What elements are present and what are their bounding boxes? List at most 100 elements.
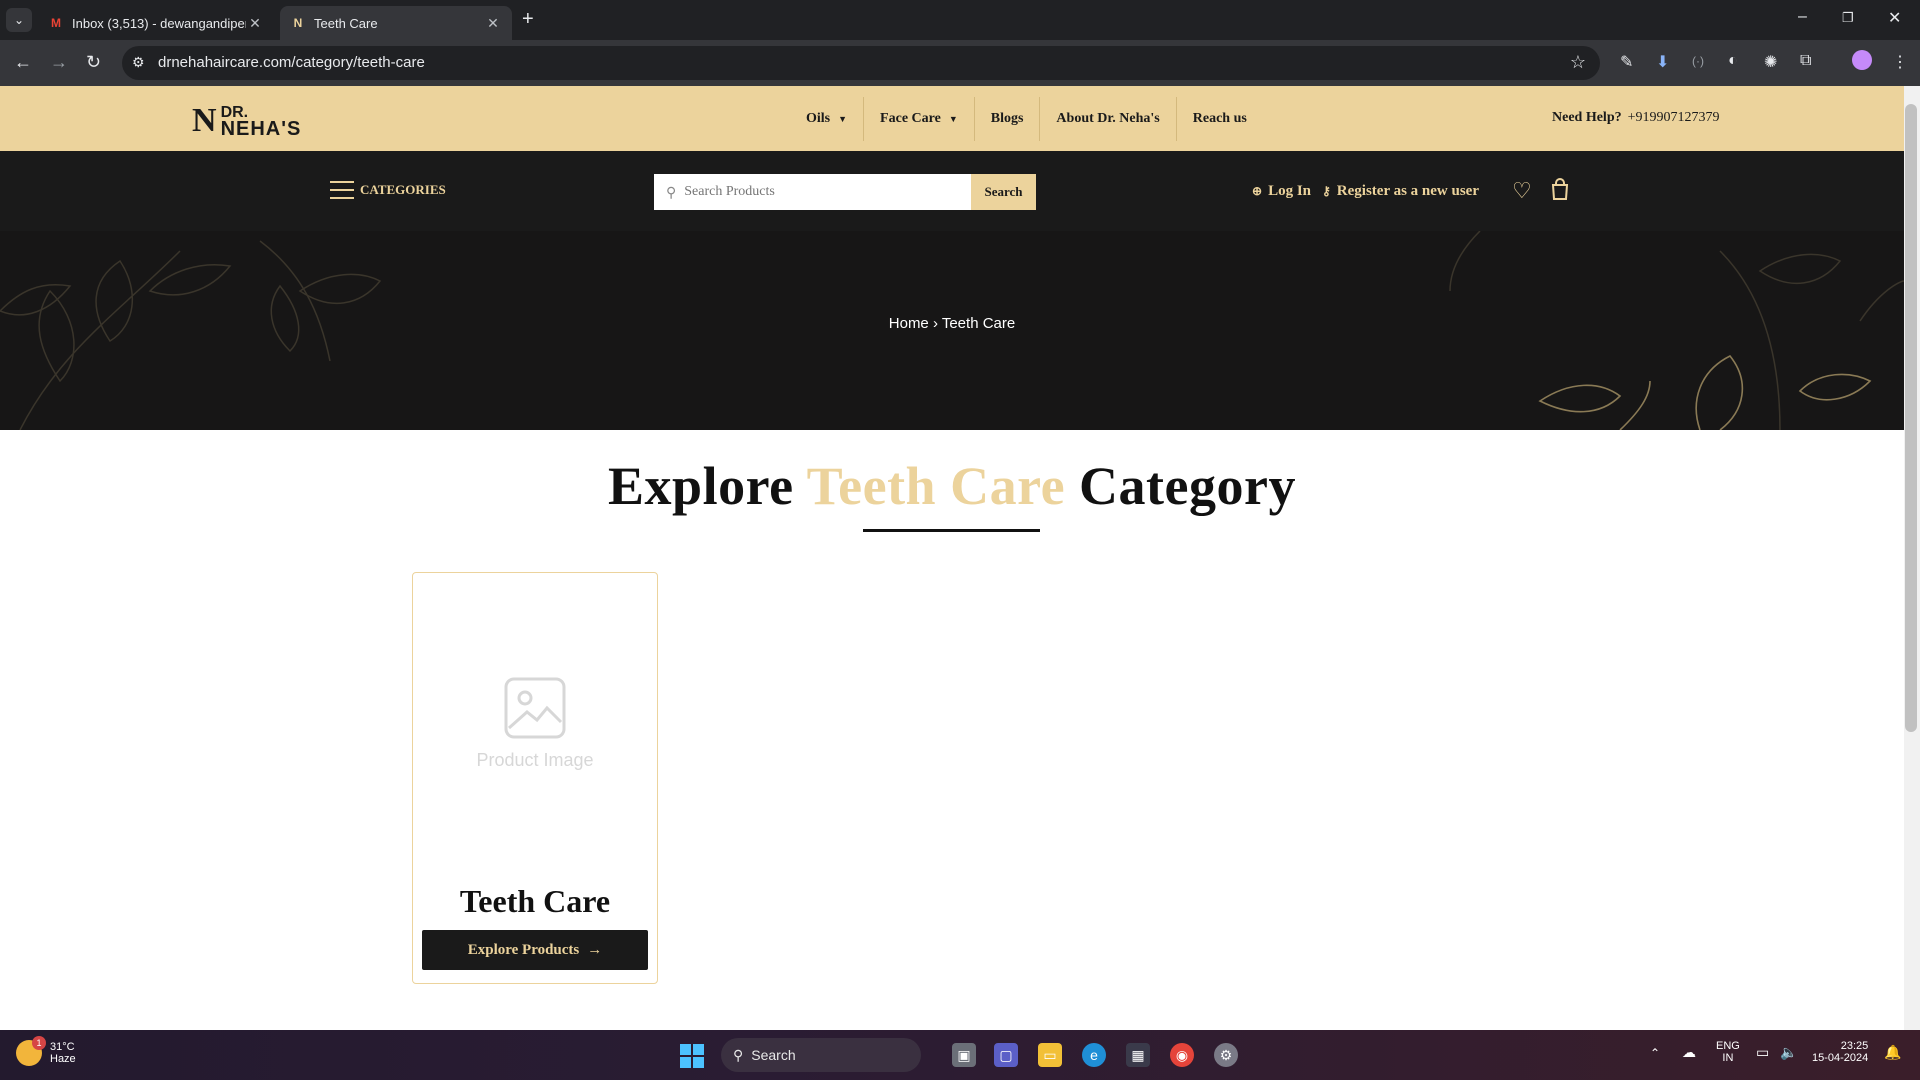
- category-card[interactable]: Product Image Teeth Care Explore Product…: [412, 572, 658, 984]
- image-placeholder-icon: [504, 677, 566, 738]
- close-tab-icon[interactable]: ✕: [484, 15, 502, 32]
- cart-bag-icon[interactable]: [1550, 178, 1570, 206]
- minimize-icon[interactable]: –: [1798, 8, 1807, 26]
- need-help: Need Help? +919907127379: [1552, 110, 1720, 126]
- register-label: Register as a new user: [1336, 183, 1479, 199]
- breadcrumb[interactable]: Home › Teeth Care: [0, 315, 1904, 332]
- taskbar-search[interactable]: ⚲ Search: [721, 1038, 921, 1072]
- puzzle-extensions-icon[interactable]: ⧉: [1800, 52, 1811, 70]
- edge-icon[interactable]: e: [1082, 1043, 1106, 1067]
- chrome-icon[interactable]: ◉: [1170, 1043, 1194, 1067]
- caret-down-icon: ▼: [948, 113, 958, 124]
- menu-item-face-care[interactable]: Face Care ▼: [864, 96, 975, 141]
- menu-label: About Dr. Neha's: [1056, 110, 1160, 126]
- search-button[interactable]: Search: [971, 174, 1036, 210]
- wishlist-heart-icon[interactable]: ♡: [1512, 178, 1532, 204]
- site-favicon-icon: N: [293, 16, 303, 30]
- menu-item-reach-us[interactable]: Reach us: [1177, 97, 1263, 141]
- settings-icon[interactable]: ⚙: [1214, 1043, 1238, 1067]
- site-logo[interactable]: N DR. NEHA'S: [192, 102, 301, 140]
- address-bar[interactable]: ⚙ drnehahaircare.com/category/teeth-care…: [122, 46, 1600, 80]
- menu-item-oils[interactable]: Oils ▼: [790, 96, 865, 141]
- menu-item-blogs[interactable]: Blogs: [975, 96, 1041, 141]
- hamburger-icon: [330, 181, 354, 199]
- tab-title: Inbox (3,513) - dewangandipen: [72, 15, 246, 31]
- logo-mark: N: [192, 102, 217, 139]
- close-window-icon[interactable]: ✕: [1888, 8, 1901, 28]
- tab-teeth-care[interactable]: N Teeth Care ✕: [280, 6, 512, 40]
- profile-avatar-icon[interactable]: [1852, 50, 1872, 70]
- url-text[interactable]: drnehahaircare.com/category/teeth-care: [158, 54, 425, 71]
- ai-extension-icon[interactable]: ✺: [1764, 52, 1777, 72]
- login-label: Log In: [1268, 183, 1311, 199]
- language-indicator[interactable]: ENG IN: [1716, 1040, 1740, 1064]
- pen-extension-icon[interactable]: ✎: [1620, 52, 1633, 72]
- menu-item-about[interactable]: About Dr. Neha's: [1040, 96, 1177, 141]
- teams-icon[interactable]: ▢: [994, 1043, 1018, 1067]
- extension-icon[interactable]: (·): [1692, 54, 1704, 68]
- button-label: Explore Products: [467, 941, 580, 958]
- weather-condition: Haze: [50, 1053, 76, 1065]
- title-part2: Category: [1079, 456, 1296, 516]
- register-icon: ⚷: [1322, 184, 1331, 198]
- taskbar-search-label: Search: [751, 1047, 796, 1063]
- search-icon: ⚲: [733, 1046, 744, 1063]
- tray-overflow-icon[interactable]: ⌃: [1650, 1046, 1660, 1060]
- reload-icon[interactable]: ↻: [86, 52, 101, 73]
- bookmark-star-icon[interactable]: ☆: [1570, 52, 1586, 73]
- explore-products-button[interactable]: Explore Products →: [422, 930, 648, 970]
- onedrive-icon[interactable]: ☁: [1682, 1044, 1696, 1061]
- weather-widget[interactable]: 1 31°C Haze: [16, 1036, 76, 1066]
- logo-line2: NEHA'S: [220, 118, 302, 140]
- caret-down-icon: ▼: [838, 113, 848, 124]
- back-icon[interactable]: ←: [14, 52, 32, 73]
- card-title: Teeth Care: [459, 883, 611, 919]
- task-view-icon[interactable]: ▣: [952, 1043, 976, 1067]
- product-image-placeholder: Product Image: [413, 573, 657, 873]
- close-tab-icon[interactable]: ✕: [246, 15, 264, 32]
- main-menu: Oils ▼ Face Care ▼ Blogs About Dr. Neha'…: [790, 86, 1263, 151]
- page-scrollbar-thumb[interactable]: [1905, 104, 1917, 732]
- page-title: Explore Teeth Care Category: [0, 455, 1904, 517]
- tab-search-dropdown-icon[interactable]: ⌄: [6, 8, 32, 32]
- arrow-right-icon: →: [587, 941, 603, 958]
- site-info-icon[interactable]: ⚙: [132, 54, 150, 72]
- menu-label: Oils: [806, 110, 831, 126]
- weather-icon: 1: [16, 1036, 46, 1066]
- title-accent: Teeth Care: [806, 456, 1066, 516]
- title-underline: [863, 529, 1040, 532]
- notification-badge: 1: [32, 1036, 46, 1050]
- gmail-icon: M: [51, 16, 61, 30]
- dark-mode-icon[interactable]: ◐: [1728, 52, 1738, 70]
- file-explorer-icon[interactable]: ▭: [1038, 1043, 1062, 1067]
- clock-date: 15-04-2024: [1812, 1052, 1869, 1064]
- lang-line2: IN: [1722, 1052, 1734, 1064]
- tab-gmail[interactable]: M Inbox (3,513) - dewangandipen ✕: [38, 6, 274, 40]
- site-search-bar: CATEGORIES ⚲ Search ⊕ Log In ⚷ Register …: [0, 151, 1904, 231]
- hero-banner: Home › Teeth Care: [0, 231, 1904, 430]
- login-link[interactable]: ⊕ Log In: [1252, 183, 1311, 200]
- lang-line1: ENG: [1716, 1040, 1740, 1052]
- menu-label: Face Care: [880, 110, 941, 126]
- restore-icon[interactable]: ❐: [1842, 10, 1854, 26]
- need-help-label: Need Help?: [1552, 110, 1622, 125]
- download-icon[interactable]: ⬇: [1656, 52, 1669, 72]
- forward-icon[interactable]: →: [50, 52, 68, 73]
- network-icon[interactable]: ▭: [1756, 1044, 1769, 1061]
- volume-icon[interactable]: 🔈: [1780, 1044, 1797, 1061]
- store-icon[interactable]: ▦: [1126, 1043, 1150, 1067]
- menu-dots-icon[interactable]: ⋮: [1892, 52, 1908, 72]
- categories-label: CATEGORIES: [360, 182, 446, 197]
- windows-start-icon[interactable]: [680, 1044, 704, 1068]
- help-phone[interactable]: +919907127379: [1628, 110, 1720, 125]
- menu-label: Reach us: [1192, 110, 1247, 126]
- placeholder-text: Product Image: [476, 749, 594, 770]
- categories-button[interactable]: CATEGORIES: [330, 181, 446, 199]
- login-icon: ⊕: [1252, 184, 1263, 198]
- tab-title: Teeth Care: [314, 15, 378, 31]
- search-input[interactable]: [682, 183, 967, 201]
- clock[interactable]: 23:25 15-04-2024: [1812, 1040, 1868, 1064]
- notification-bell-icon[interactable]: 🔔: [1884, 1044, 1901, 1061]
- new-tab-icon[interactable]: +: [522, 8, 534, 31]
- register-link[interactable]: ⚷ Register as a new user: [1322, 183, 1479, 200]
